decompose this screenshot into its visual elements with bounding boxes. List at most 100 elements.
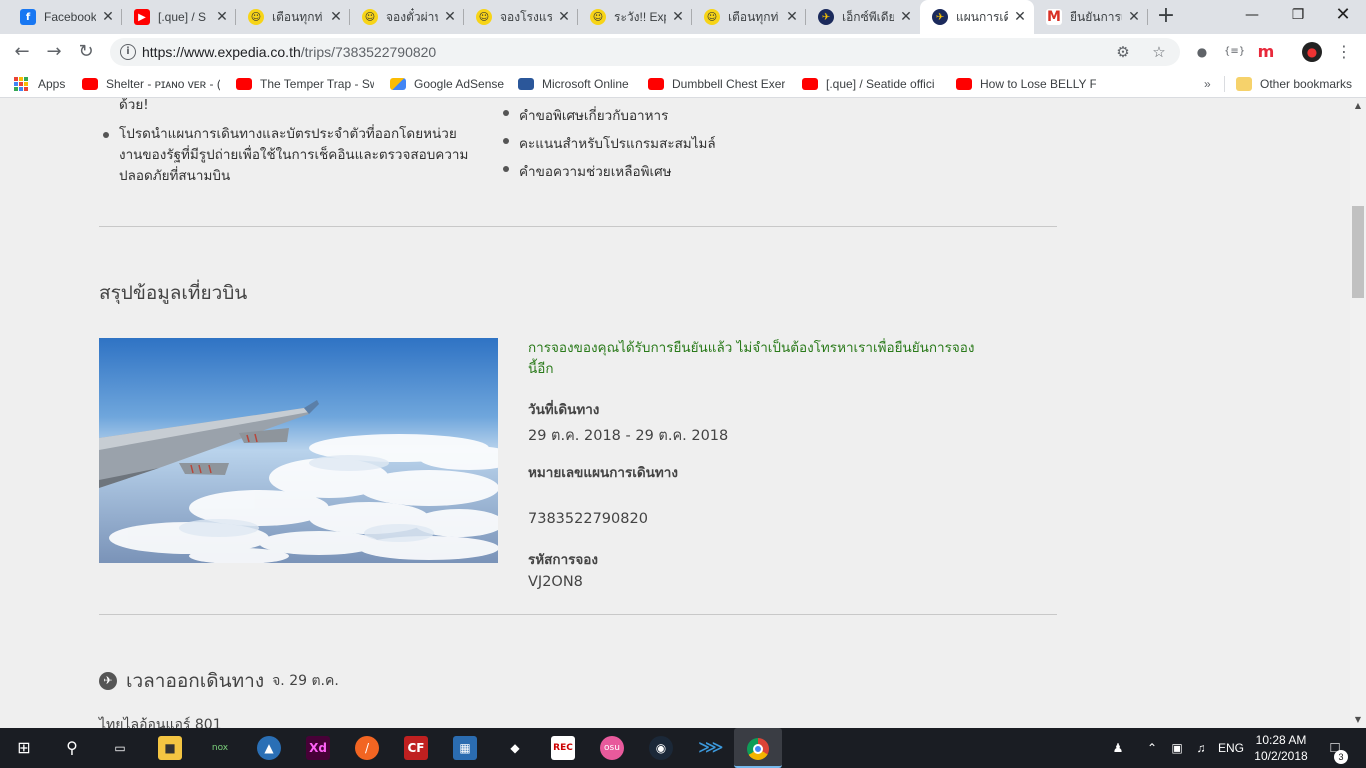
reload-button[interactable]: ↻ [74, 40, 98, 64]
divider [99, 226, 1057, 227]
windows-start-icon[interactable]: ⊞ [12, 736, 36, 760]
close-window-button[interactable]: ✕ [1320, 0, 1366, 30]
browser-tab[interactable]: ▶ [.que] / S ✕ [122, 0, 236, 34]
address-bar[interactable]: i https://www.expedia.co.th/trips/738352… [110, 38, 1180, 66]
new-tab-button[interactable]: + [1154, 5, 1178, 29]
expedia-icon: ✈ [932, 9, 948, 25]
browser-tab[interactable]: ☺ จองตั๋วผ่าน ✕ [350, 0, 464, 34]
profile-avatar[interactable]: ● [1302, 42, 1322, 62]
scrollbar-thumb[interactable] [1352, 206, 1364, 298]
bookmark-star-icon[interactable]: ☆ [1150, 43, 1168, 61]
close-tab-icon[interactable]: ✕ [670, 9, 686, 25]
browser-tab[interactable]: ☺ จองโรงแรม ✕ [464, 0, 578, 34]
json-extension-icon[interactable]: {≡} [1224, 42, 1245, 62]
steam-icon[interactable]: ◉ [649, 736, 673, 760]
nox-icon[interactable]: nox [208, 736, 232, 760]
blocked-content-icon[interactable]: ⚙ [1114, 43, 1132, 61]
youtube-icon [236, 78, 252, 90]
lightbulb-extension-icon[interactable]: ● [1192, 42, 1212, 62]
bookmark-item[interactable]: Google AdSense [390, 75, 504, 93]
scroll-up-arrow-icon[interactable]: ▲ [1350, 98, 1366, 114]
page-scrollbar[interactable]: ▲ ▼ [1350, 98, 1366, 728]
close-tab-icon[interactable]: ✕ [442, 9, 458, 25]
emoji-icon: ☺ [704, 9, 720, 25]
vscode-icon[interactable]: ⋙ [698, 736, 724, 760]
minimize-button[interactable]: — [1229, 0, 1275, 30]
cf-app-icon[interactable]: CF [404, 736, 428, 760]
flight-summary-title: สรุปข้อมูลเที่ยวบิน [99, 282, 248, 304]
show-hidden-icons-icon[interactable]: ⌃ [1142, 728, 1162, 768]
forward-button[interactable]: → [42, 40, 66, 64]
browser-tab[interactable]: ☺ เตือนทุกท่ ✕ [236, 0, 350, 34]
bookmarks-divider [1224, 76, 1225, 92]
back-button[interactable]: ← [10, 40, 34, 64]
bookmark-item[interactable]: How to Lose BELLY F [956, 75, 1096, 93]
bookmark-item[interactable]: Shelter - ᴘɪᴀɴᴏ ᴠᴇʀ - ( [82, 75, 220, 93]
youtube-icon [802, 78, 818, 90]
scroll-down-arrow-icon[interactable]: ▼ [1350, 712, 1366, 728]
close-tab-icon[interactable]: ✕ [784, 9, 800, 25]
recorder-icon[interactable]: REC [551, 736, 575, 760]
menu-icon[interactable]: ⋮ [1334, 42, 1354, 62]
close-tab-icon[interactable]: ✕ [1126, 9, 1142, 25]
close-tab-icon[interactable]: ✕ [214, 9, 230, 25]
system-clock[interactable]: 10:28 AM 10/2/2018 [1248, 732, 1314, 764]
tab-title: เตือนทุกท่ [272, 9, 323, 24]
browser-tab[interactable]: f Facebook ✕ [8, 0, 122, 34]
restore-button[interactable]: ❐ [1275, 0, 1321, 30]
booking-code-value: VJ2ON8 [528, 574, 583, 590]
task-view-icon[interactable]: ▭ [108, 736, 132, 760]
bookmark-item[interactable]: [.que] / Seatide offici [802, 75, 935, 93]
bookmark-label: Shelter - ᴘɪᴀɴᴏ ᴠᴇʀ - ( [106, 77, 220, 91]
action-center-icon[interactable]: □ 3 [1320, 728, 1350, 768]
close-tab-icon[interactable]: ✕ [100, 9, 116, 25]
file-explorer-icon[interactable]: ■ [158, 736, 182, 760]
m-extension-icon[interactable]: m [1256, 42, 1276, 62]
youtube-icon: ▶ [134, 9, 150, 25]
bookmarks-bar: » Other bookmarks Apps Shelter - ᴘɪᴀɴᴏ ᴠᴇ… [0, 70, 1366, 98]
osu-icon[interactable]: osu [600, 736, 624, 760]
bookmark-item[interactable]: Microsoft Online [518, 75, 629, 93]
close-tab-icon[interactable]: ✕ [898, 9, 914, 25]
arduino-icon[interactable]: ▲ [257, 736, 281, 760]
travel-dates-value: 29 ต.ค. 2018 - 29 ต.ค. 2018 [528, 428, 729, 444]
adobe-xd-icon[interactable]: Xd [306, 736, 330, 760]
bookmark-label: Dumbbell Chest Exer [672, 77, 786, 91]
bookmark-item[interactable]: Dumbbell Chest Exer [648, 75, 785, 93]
other-bookmarks-label: Other bookmarks [1260, 77, 1353, 91]
close-tab-icon[interactable]: ✕ [328, 9, 344, 25]
browser-tab[interactable]: ☺ ระวัง!! Exp ✕ [578, 0, 692, 34]
search-icon[interactable]: ⚲ [60, 736, 84, 760]
unity-icon[interactable]: ◆ [503, 736, 527, 760]
language-indicator[interactable]: ENG [1214, 728, 1248, 768]
youtube-icon [956, 78, 972, 90]
chrome-taskbar-icon[interactable] [734, 728, 782, 768]
site-info-icon[interactable]: i [120, 44, 136, 60]
itinerary-number-value: 7383522790820 [528, 511, 648, 527]
list-item: โปรดนำแผนการเดินทางและบัตรประจำตัวที่ออก… [99, 124, 469, 187]
tab-title: ระวัง!! Exp [614, 9, 666, 24]
url-text[interactable]: https://www.expedia.co.th/trips/73835227… [142, 44, 436, 60]
browser-tab[interactable]: M ยืนยันการเ ✕ [1034, 0, 1148, 34]
bookmark-item[interactable]: Apps [14, 75, 65, 93]
departure-header: ✈ เวลาออกเดินทาง จ. 29 ต.ค. [99, 666, 339, 696]
browser-tab[interactable]: ☺ เตือนทุกท่ ✕ [692, 0, 806, 34]
emoji-icon: ☺ [248, 9, 264, 25]
url-host: https://www.expedia.co.th [142, 44, 301, 60]
people-icon[interactable]: ♟ [1106, 728, 1130, 768]
close-tab-icon[interactable]: ✕ [556, 9, 572, 25]
departure-date: จ. 29 ต.ค. [272, 673, 339, 689]
bookmark-label: How to Lose BELLY F [980, 77, 1096, 91]
browser-tab[interactable]: ✈ แผนการเดิ ✕ [920, 0, 1034, 34]
volume-icon[interactable]: ♫ [1190, 728, 1212, 768]
browser-tab[interactable]: ✈ เอ็กซ์พีเดีย ✕ [806, 0, 920, 34]
word-icon [518, 78, 534, 90]
close-tab-icon[interactable]: ✕ [1012, 9, 1028, 25]
bookmark-item[interactable]: The Temper Trap - Sw [236, 75, 374, 93]
video-editor-icon[interactable]: ▦ [453, 736, 477, 760]
network-icon[interactable]: ▣ [1166, 728, 1188, 768]
other-bookmarks-folder[interactable]: Other bookmarks [1236, 75, 1352, 93]
itinerary-number-label: หมายเลขแผนการเดินทาง [528, 465, 678, 481]
swift-icon[interactable]: / [355, 736, 379, 760]
more-bookmarks-button[interactable]: » [1204, 75, 1211, 93]
